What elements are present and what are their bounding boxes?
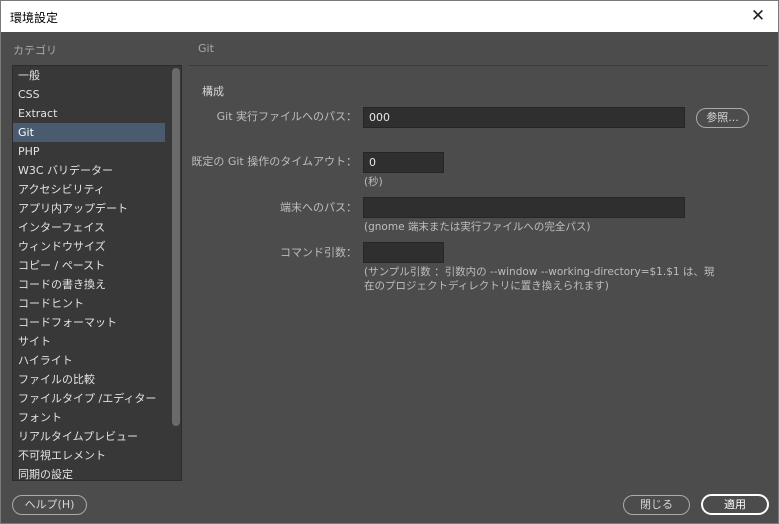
category-list[interactable]: 一般 CSS Extract Git PHP W3C バリデーター アクセシビリティ アプリ内… — [12, 65, 182, 481]
category-item[interactable]: コードヒント — [13, 294, 165, 313]
timeout-label: 既定の Git 操作のタイムアウト： — [191, 155, 357, 168]
category-item[interactable]: ウィンドウサイズ — [13, 237, 165, 256]
close-icon[interactable]: ✕ — [746, 4, 770, 28]
title-bar: 環境設定 ✕ — [1, 1, 778, 32]
timeout-input[interactable]: 0 — [363, 152, 444, 173]
category-item[interactable]: 不可視エレメント — [13, 446, 165, 465]
category-item[interactable]: ハイライト — [13, 351, 165, 370]
section-label: 構成 — [202, 85, 224, 98]
timeout-unit: (秒) — [364, 176, 383, 188]
close-button[interactable]: 閉じる — [623, 495, 690, 515]
panel-title: Git — [198, 42, 214, 55]
category-item[interactable]: ファイルタイプ /エディター — [13, 389, 165, 408]
category-item[interactable]: アクセシビリティ — [13, 180, 165, 199]
window-title: 環境設定 — [10, 11, 59, 25]
category-item[interactable]: ファイルの比較 — [13, 370, 165, 389]
category-item[interactable]: サイト — [13, 332, 165, 351]
command-args-hint-line2: 在のプロジェクトディレクトリに置き換えられます) — [364, 280, 609, 292]
command-args-input[interactable] — [363, 242, 444, 263]
browse-button[interactable]: 参照... — [696, 108, 749, 128]
category-item[interactable]: 同期の設定 — [13, 465, 165, 480]
category-item[interactable]: Git — [13, 123, 165, 142]
header-divider — [189, 65, 768, 66]
apply-button[interactable]: 適用 — [701, 494, 769, 515]
category-heading: カテゴリ — [13, 44, 57, 57]
category-item[interactable]: CSS — [13, 85, 165, 104]
help-button[interactable]: ヘルプ(H) — [12, 495, 87, 515]
category-item[interactable]: コードの書き換え — [13, 275, 165, 294]
category-item[interactable]: リアルタイムプレビュー — [13, 427, 165, 446]
command-args-label: コマンド引数： — [280, 246, 357, 259]
git-path-input[interactable]: 000 — [363, 107, 685, 128]
git-path-label: Git 実行ファイルへのパス： — [216, 110, 357, 123]
terminal-path-label: 端末へのパス： — [280, 201, 357, 214]
category-item[interactable]: 一般 — [13, 66, 165, 85]
category-item[interactable]: W3C バリデーター — [13, 161, 165, 180]
category-item[interactable]: アプリ内アップデート — [13, 199, 165, 218]
category-item[interactable]: コードフォーマット — [13, 313, 165, 332]
terminal-path-input[interactable] — [363, 197, 685, 218]
command-args-hint-line1: (サンプル引数 ：引数内の --window --working-directo… — [364, 266, 715, 278]
preferences-dialog: 環境設定 ✕ カテゴリ Git 一般 CSS Extract Git PHP W3C バリ… — [0, 0, 779, 524]
category-scrollbar[interactable] — [172, 68, 180, 426]
category-item[interactable]: PHP — [13, 142, 165, 161]
category-item[interactable]: Extract — [13, 104, 165, 123]
terminal-path-hint: (gnome 端末または実行ファイルへの完全パス) — [364, 221, 591, 233]
category-item[interactable]: フォント — [13, 408, 165, 427]
category-item[interactable]: コピー / ペースト — [13, 256, 165, 275]
category-item[interactable]: インターフェイス — [13, 218, 165, 237]
